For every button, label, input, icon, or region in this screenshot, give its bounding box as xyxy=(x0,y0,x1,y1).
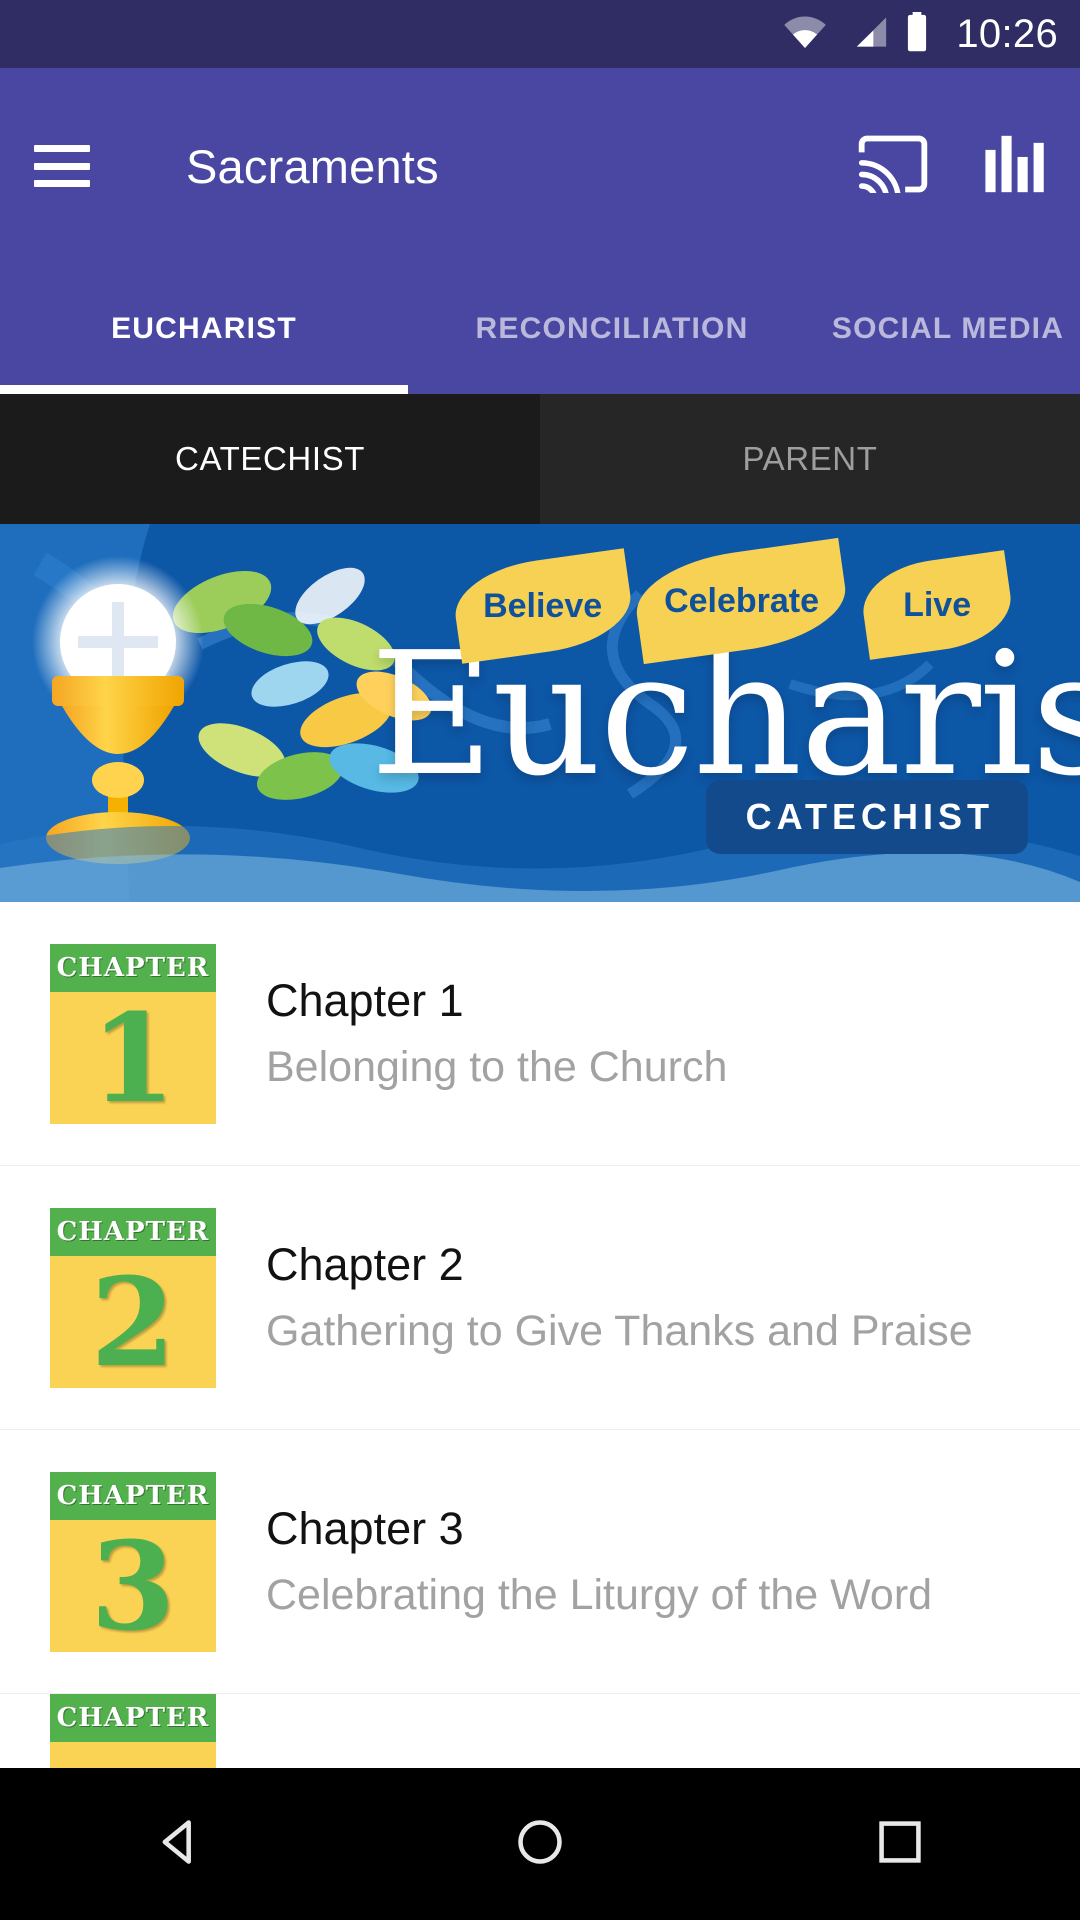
status-bar-clock: 10:26 xyxy=(956,11,1058,56)
chapter-thumbnail-number: 3 xyxy=(90,1513,176,1652)
bar-chart-icon[interactable] xyxy=(984,135,1046,198)
cellular-signal-icon xyxy=(844,15,888,54)
table-row[interactable]: CHAPTER 2 Chapter 2 Gathering to Give Th… xyxy=(0,1166,1080,1430)
banner-leaf-believe-label: Believe xyxy=(483,586,603,625)
chapter-text: Chapter 3 Celebrating the Liturgy of the… xyxy=(266,1503,932,1620)
chapter-subtitle: Gathering to Give Thanks and Praise xyxy=(266,1307,973,1355)
banner-leaf-celebrate-label: Celebrate xyxy=(663,581,819,620)
subtab-parent[interactable]: PARENT xyxy=(540,394,1080,524)
cast-icon[interactable] xyxy=(858,135,928,202)
banner-catechist-badge: CATECHIST xyxy=(705,780,1028,854)
chapter-thumbnail-number: 2 xyxy=(90,1249,176,1388)
page-title: Sacraments xyxy=(186,139,439,193)
hamburger-menu-icon[interactable] xyxy=(34,145,90,187)
chapter-thumbnail: CHAPTER 2 xyxy=(50,1207,216,1388)
chapter-subtitle: Celebrating the Liturgy of the Word xyxy=(266,1571,933,1619)
recents-icon[interactable] xyxy=(874,1816,926,1873)
wifi-icon xyxy=(782,15,828,54)
eucharist-banner[interactable]: Eucharist Believe Celebrate Live CATECHI… xyxy=(0,524,1080,902)
chapter-title: Chapter 2 xyxy=(266,1239,464,1290)
banner-leaf-live-label: Live xyxy=(902,585,972,624)
chapter-text: Chapter 2 Gathering to Give Thanks and P… xyxy=(266,1239,973,1356)
app-bar: Sacraments xyxy=(0,68,1080,264)
chapter-thumbnail-label: CHAPTER xyxy=(50,1207,216,1256)
back-icon[interactable] xyxy=(154,1816,206,1873)
status-bar: 10:26 xyxy=(0,0,1080,68)
home-icon[interactable] xyxy=(514,1816,566,1873)
app-bar-actions xyxy=(858,135,1046,202)
chapter-thumbnail-label: CHAPTER xyxy=(50,1694,216,1742)
primary-tab-bar: EUCHARIST RECONCILIATION SOCIAL MEDIA xyxy=(0,264,1080,394)
battery-icon xyxy=(904,11,930,57)
chapter-title: Chapter 3 xyxy=(266,1503,464,1554)
chapter-thumbnail-label: CHAPTER xyxy=(50,1471,216,1520)
chapter-title: Chapter 1 xyxy=(266,975,464,1026)
tab-reconciliation[interactable]: RECONCILIATION xyxy=(408,264,816,394)
chapter-thumbnail: CHAPTER 3 xyxy=(50,1471,216,1652)
tab-eucharist[interactable]: EUCHARIST xyxy=(0,264,408,394)
active-tab-indicator xyxy=(0,385,408,394)
tab-social-media[interactable]: SOCIAL MEDIA xyxy=(816,264,1080,394)
android-navigation-bar xyxy=(0,1768,1080,1920)
chapter-thumbnail: CHAPTER 1 xyxy=(50,943,216,1124)
sub-tab-bar: CATECHIST PARENT xyxy=(0,394,1080,524)
chapter-text: Chapter 1 Belonging to the Church xyxy=(266,975,727,1092)
chapter-list: CHAPTER 1 Chapter 1 Belonging to the Chu… xyxy=(0,902,1080,1780)
table-row[interactable]: CHAPTER 3 Chapter 3 Celebrating the Litu… xyxy=(0,1430,1080,1694)
chapter-thumbnail-number: 1 xyxy=(90,985,176,1124)
table-row[interactable]: CHAPTER 1 Chapter 1 Belonging to the Chu… xyxy=(0,902,1080,1166)
subtab-catechist[interactable]: CATECHIST xyxy=(0,394,540,524)
chapter-subtitle: Belonging to the Church xyxy=(266,1043,728,1091)
chapter-thumbnail-label: CHAPTER xyxy=(50,943,216,992)
status-bar-icons xyxy=(782,11,930,57)
